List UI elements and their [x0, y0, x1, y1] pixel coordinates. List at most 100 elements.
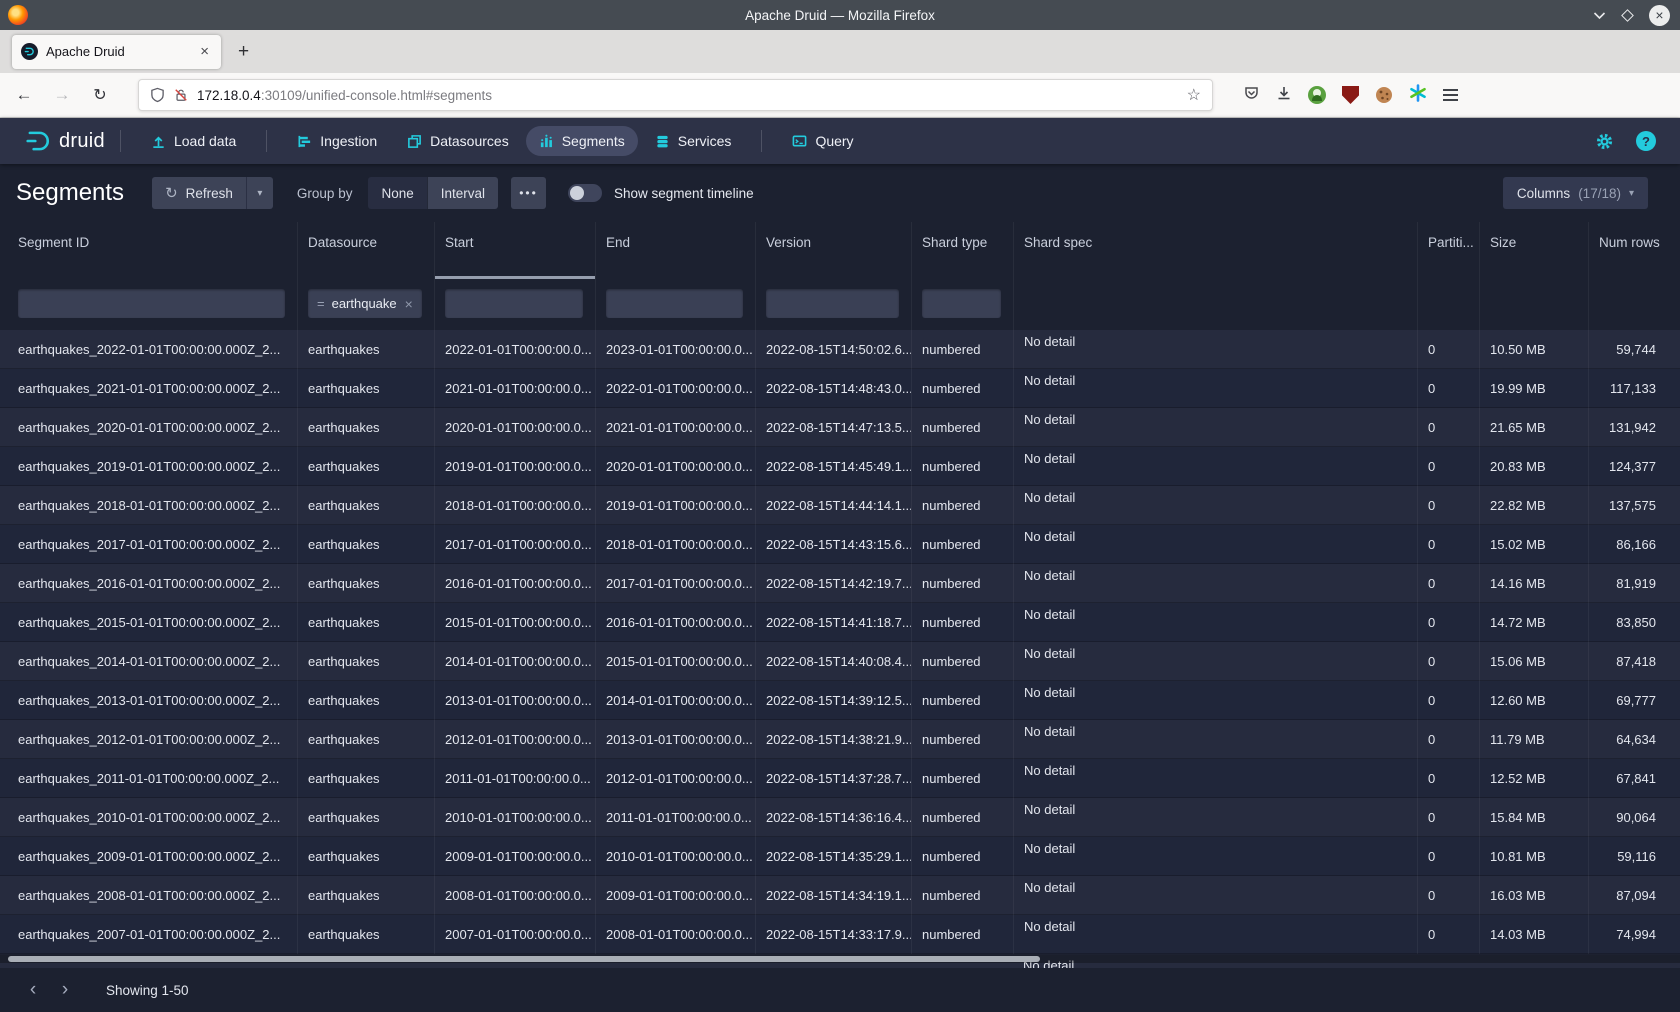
segment-timeline-toggle[interactable] [568, 184, 602, 202]
nav-item-load-data[interactable]: Load data [138, 126, 249, 156]
prev-page-icon[interactable]: ‹ [22, 979, 44, 1001]
cell-partition: 0 [1417, 642, 1479, 681]
cell-version: 2022-08-15T14:38:21.9... [755, 720, 911, 759]
cell-start: 2013-01-01T00:00:00.0... [434, 681, 595, 720]
forward-icon[interactable]: → [48, 85, 76, 105]
cell-size: 12.60 MB [1479, 681, 1588, 720]
cell-num-rows: 74,994 [1588, 915, 1680, 954]
cell-version: 2022-08-15T14:39:12.5... [755, 681, 911, 720]
cell-version: 2022-08-15T14:36:16.4... [755, 798, 911, 837]
table-header: Segment ID Datasource Start End Version … [0, 222, 1680, 279]
segment-id-filter-input[interactable] [18, 289, 285, 318]
next-page-icon[interactable]: › [54, 979, 76, 1001]
group-by-none-button[interactable]: None [368, 177, 426, 209]
column-header-start[interactable]: Start [434, 222, 595, 279]
cell-num-rows: 86,166 [1588, 525, 1680, 564]
nav-item-segments[interactable]: Segments [526, 126, 638, 156]
window-titlebar: Apache Druid — Mozilla Firefox × [0, 0, 1680, 30]
insecure-lock-icon[interactable] [174, 87, 188, 103]
cell-end: 2022-01-01T00:00:00.0... [595, 369, 755, 408]
more-options-button[interactable]: ••• [511, 177, 546, 209]
horizontal-scrollbar-thumb[interactable] [8, 956, 1040, 962]
druid-favicon-icon [21, 43, 38, 60]
start-filter-input[interactable] [445, 289, 583, 318]
nav-item-services[interactable]: Services [642, 126, 745, 156]
column-header-shard-type[interactable]: Shard type [911, 222, 1013, 279]
tab-close-icon[interactable]: × [197, 43, 212, 60]
end-filter-input[interactable] [606, 289, 743, 318]
downloads-icon[interactable] [1276, 85, 1292, 106]
menu-icon[interactable] [1443, 89, 1458, 101]
cell-partition: 0 [1417, 525, 1479, 564]
table-row: earthquakes_2021-01-01T00:00:00.000Z_2..… [0, 369, 1680, 408]
nav-item-ingestion[interactable]: Ingestion [284, 126, 390, 156]
cell-end: 2017-01-01T00:00:00.0... [595, 564, 755, 603]
column-header-version[interactable]: Version [755, 222, 911, 279]
maximize-icon[interactable] [1621, 9, 1634, 22]
nav-item-datasources[interactable]: Datasources [394, 126, 522, 156]
snowflake-extension-icon[interactable] [1409, 84, 1427, 107]
cell-version: 2022-08-15T14:41:18.7... [755, 603, 911, 642]
shard-type-filter-input[interactable] [922, 289, 1001, 318]
cell-num-rows: 117,133 [1588, 369, 1680, 408]
druid-logo[interactable]: druid [24, 128, 105, 154]
cell-version: 2022-08-15T14:37:28.7... [755, 759, 911, 798]
back-icon[interactable]: ← [10, 85, 38, 105]
minimize-icon[interactable] [1593, 11, 1606, 20]
refresh-button[interactable]: ↻ Refresh [152, 177, 246, 209]
cell-shard-spec: No detail [1013, 837, 1417, 876]
shield-icon[interactable] [150, 87, 165, 103]
column-header-end[interactable]: End [595, 222, 755, 279]
remove-filter-icon[interactable]: × [405, 296, 413, 312]
datasource-filter-tag[interactable]: = earthquake × [308, 289, 422, 318]
url-bar[interactable]: 172.18.0.4:30109/unified-console.html#se… [138, 79, 1213, 111]
column-header-segment-id[interactable]: Segment ID [0, 222, 297, 279]
extension-green-icon[interactable] [1308, 86, 1326, 104]
table-row: earthquakes_2018-01-01T00:00:00.000Z_2..… [0, 486, 1680, 525]
version-filter-input[interactable] [766, 289, 899, 318]
segments-icon [539, 134, 554, 149]
reload-icon[interactable]: ↻ [86, 85, 114, 105]
table-row: earthquakes_2012-01-01T00:00:00.000Z_2..… [0, 720, 1680, 759]
column-header-partition[interactable]: Partiti... [1417, 222, 1479, 279]
cell-datasource: earthquakes [297, 330, 434, 369]
brand-text: druid [59, 130, 105, 153]
pocket-icon[interactable] [1243, 85, 1260, 106]
cell-end: 2010-01-01T00:00:00.0... [595, 837, 755, 876]
tab-apache-druid[interactable]: Apache Druid × [12, 35, 221, 69]
cell-partition: 0 [1417, 447, 1479, 486]
cell-datasource: earthquakes [297, 564, 434, 603]
cell-segment-id: earthquakes_2011-01-01T00:00:00.000Z_2..… [0, 759, 297, 798]
cell-size: 14.16 MB [1479, 564, 1588, 603]
cell-segment-id: earthquakes_2022-01-01T00:00:00.000Z_2..… [0, 330, 297, 369]
cell-start: 2021-01-01T00:00:00.0... [434, 369, 595, 408]
cell-end: 2015-01-01T00:00:00.0... [595, 642, 755, 681]
column-header-shard-spec[interactable]: Shard spec [1013, 222, 1417, 279]
nav-item-query[interactable]: Query [779, 126, 866, 156]
help-icon[interactable]: ? [1636, 131, 1656, 151]
cell-datasource: earthquakes [297, 876, 434, 915]
bookmark-star-icon[interactable]: ☆ [1187, 85, 1201, 105]
cell-partition: 0 [1417, 408, 1479, 447]
column-header-size[interactable]: Size [1479, 222, 1588, 279]
cell-version: 2022-08-15T14:50:02.6... [755, 330, 911, 369]
columns-button[interactable]: Columns (17/18) ▾ [1503, 177, 1648, 209]
cell-end: 2019-01-01T00:00:00.0... [595, 486, 755, 525]
refresh-dropdown-button[interactable]: ▾ [246, 177, 273, 209]
gear-icon[interactable] [1595, 132, 1614, 151]
column-header-num-rows[interactable]: Num rows [1588, 222, 1680, 279]
datasource-filter-value: earthquake [332, 296, 397, 311]
cell-datasource: earthquakes [297, 525, 434, 564]
close-window-icon[interactable]: × [1649, 5, 1670, 26]
table-row: earthquakes_2016-01-01T00:00:00.000Z_2..… [0, 564, 1680, 603]
cell-version: 2022-08-15T14:45:49.1... [755, 447, 911, 486]
column-header-datasource[interactable]: Datasource [297, 222, 434, 279]
cell-version: 2022-08-15T14:48:43.0... [755, 369, 911, 408]
cookie-extension-icon[interactable] [1375, 86, 1393, 104]
group-by-interval-button[interactable]: Interval [427, 177, 498, 209]
new-tab-button[interactable]: + [238, 41, 249, 63]
cell-datasource: earthquakes [297, 603, 434, 642]
ublock-origin-icon[interactable] [1342, 86, 1359, 104]
cell-start: 2010-01-01T00:00:00.0... [434, 798, 595, 837]
cell-start: 2019-01-01T00:00:00.0... [434, 447, 595, 486]
